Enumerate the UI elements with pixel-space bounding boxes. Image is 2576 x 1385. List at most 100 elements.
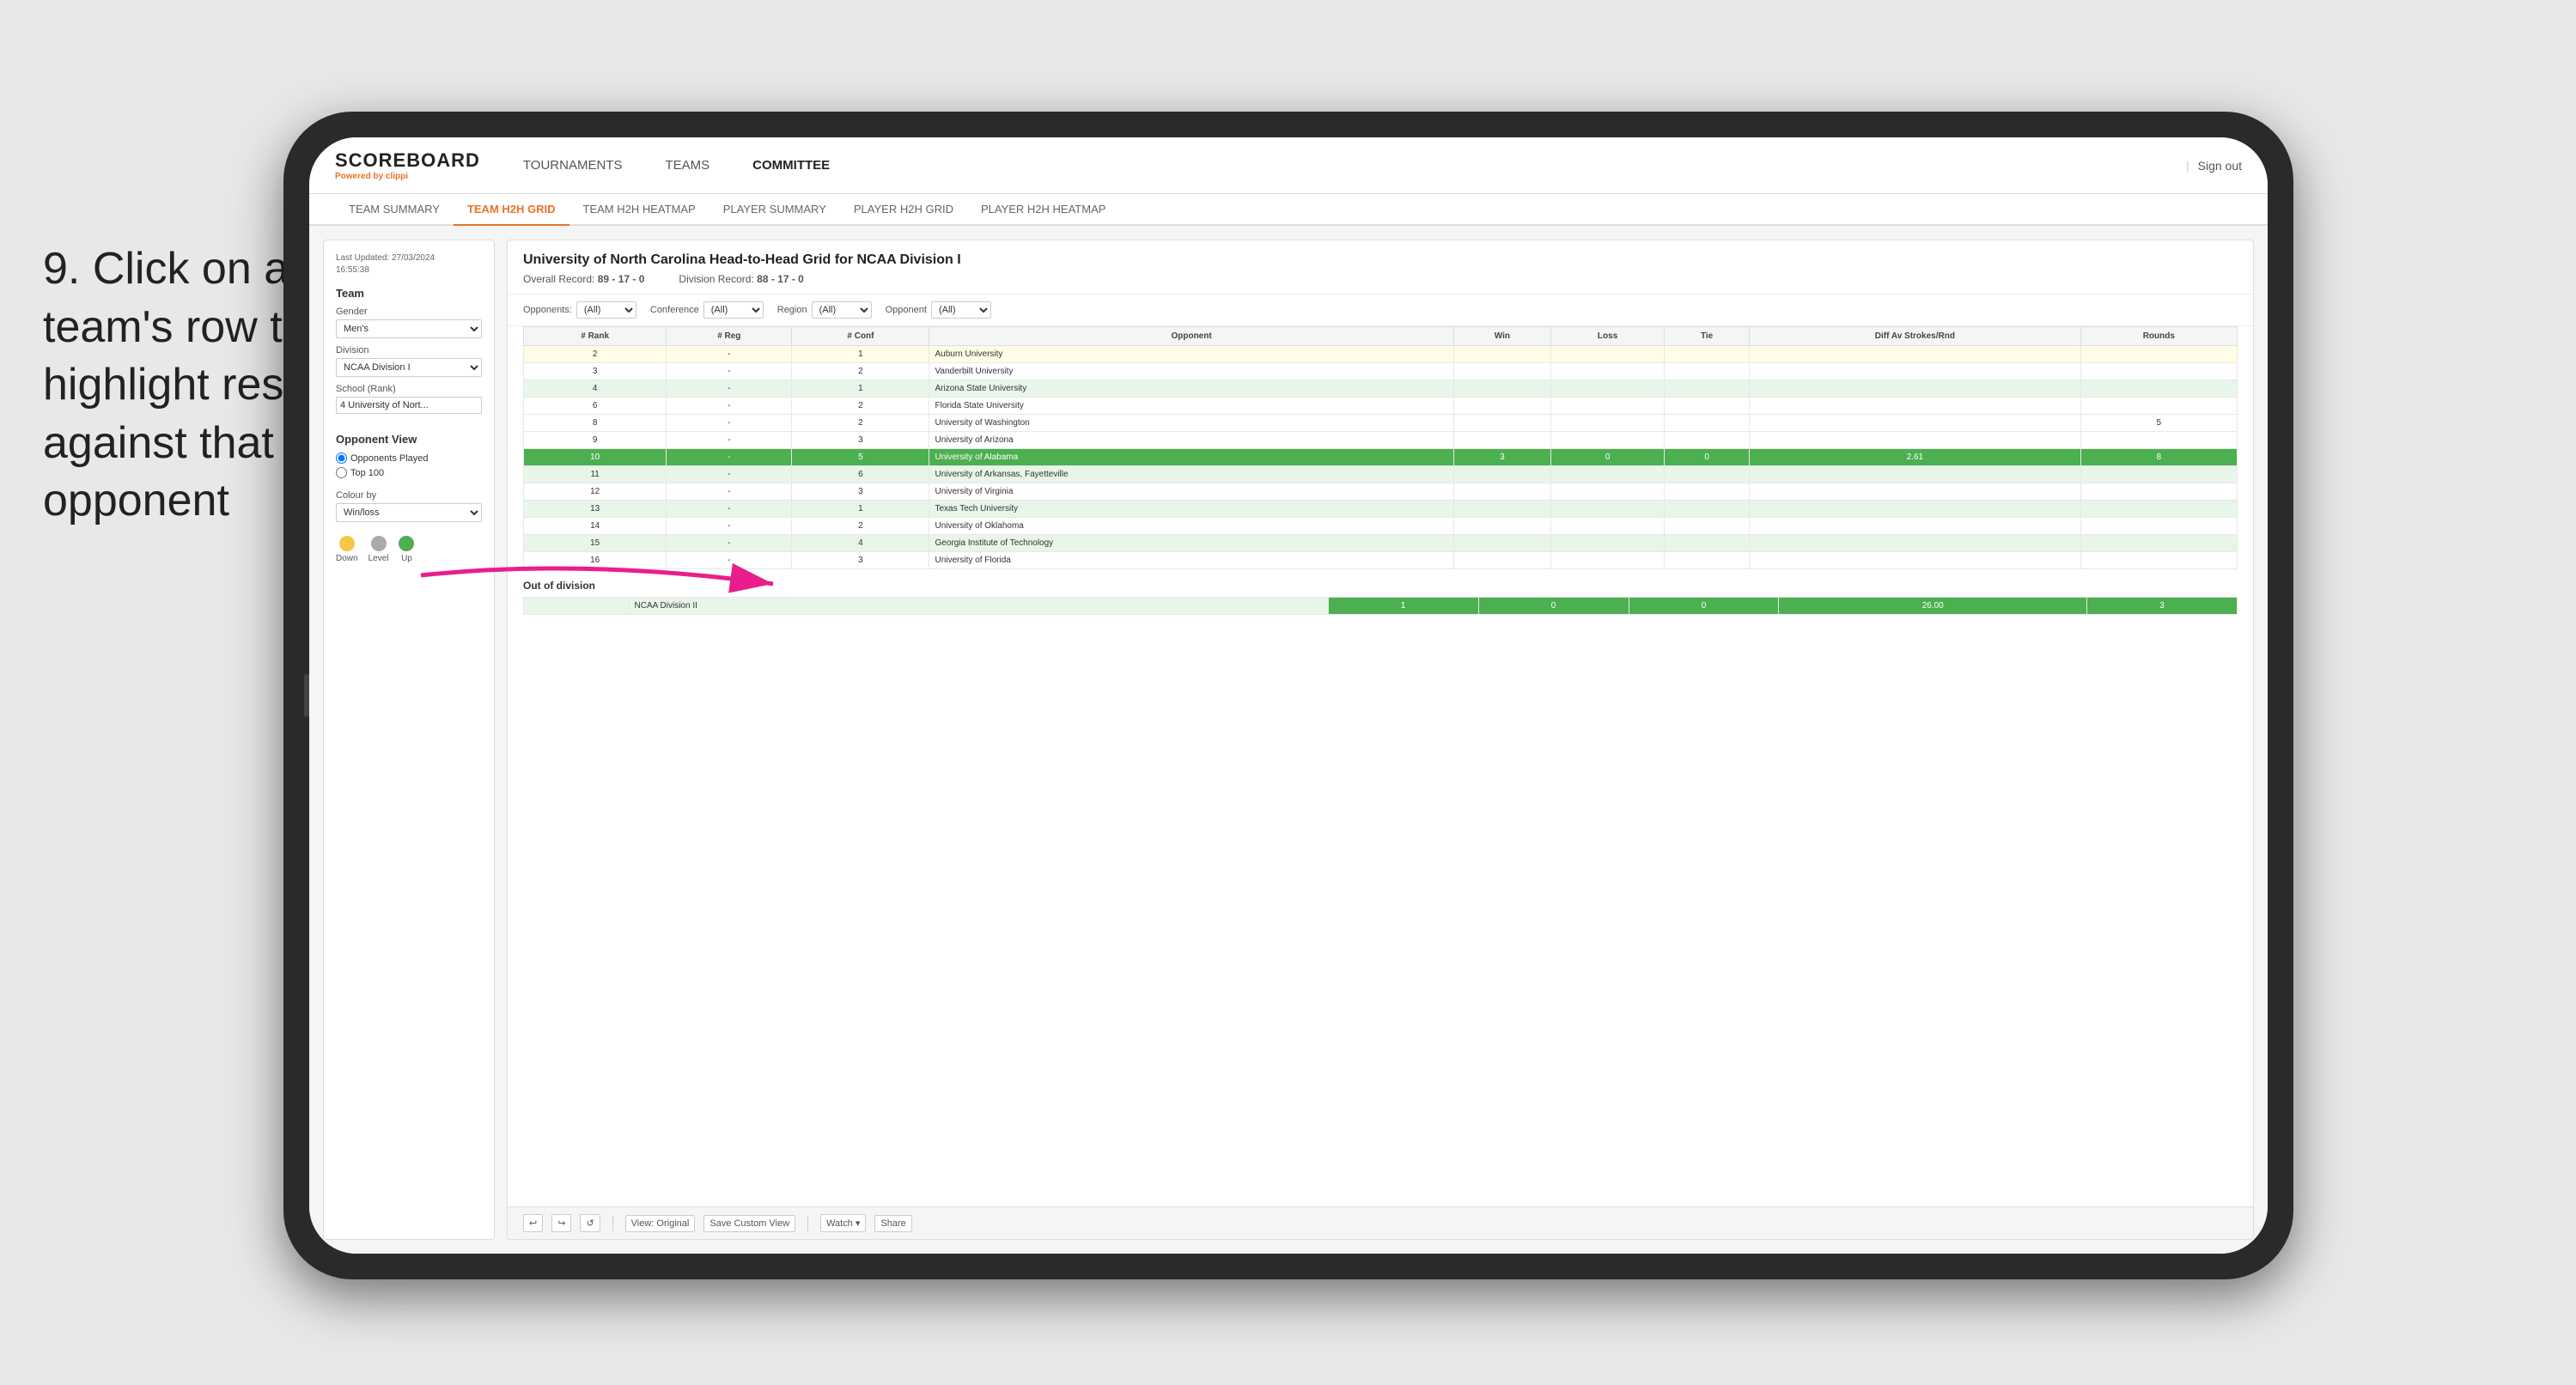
cell-rank: 12 <box>524 483 667 501</box>
ood-division: NCAA Division II <box>629 598 1328 615</box>
cell-opponent: University of Florida <box>929 552 1453 569</box>
cell-win <box>1453 535 1550 552</box>
bottom-toolbar: ↩ ↪ ↺ View: Original Save Custom View Wa… <box>508 1206 2253 1239</box>
cell-rounds <box>2080 363 2237 380</box>
opponent-view-title: Opponent View <box>336 433 482 446</box>
filter-conference: Conference (All) <box>650 301 764 319</box>
sub-nav-team-h2h-heatmap[interactable]: TEAM H2H HEATMAP <box>569 194 709 226</box>
out-of-division-label: Out of division <box>523 580 2238 592</box>
toolbar-divider-2 <box>807 1216 808 1231</box>
gender-select[interactable]: Men's <box>336 319 482 338</box>
colour-by-select[interactable]: Win/loss <box>336 503 482 522</box>
cell-rank: 6 <box>524 398 667 415</box>
cell-rank: 2 <box>524 346 667 363</box>
cell-tie <box>1665 346 1750 363</box>
cell-loss: 0 <box>1551 449 1665 466</box>
overall-record-label: Overall Record: 89 - 17 - 0 <box>523 273 644 285</box>
cell-win <box>1453 466 1550 483</box>
cell-rank: 16 <box>524 552 667 569</box>
nav-committee[interactable]: COMMITTEE <box>744 153 838 178</box>
legend-down-dot <box>339 536 355 551</box>
cell-tie <box>1665 432 1750 449</box>
opponents-select[interactable]: (All) <box>576 301 636 319</box>
cell-rank: 13 <box>524 501 667 518</box>
last-updated: Last Updated: 27/03/2024 16:55:38 <box>336 252 482 276</box>
watch-button[interactable]: Watch ▾ <box>820 1214 866 1232</box>
cell-reg: - <box>667 501 792 518</box>
app-container: SCOREBOARD Powered by clippi TOURNAMENTS… <box>309 137 2268 1254</box>
table-row[interactable]: 3 - 2 Vanderbilt University <box>524 363 2238 380</box>
cell-diff <box>1750 415 2080 432</box>
filter-region: Region (All) <box>777 301 872 319</box>
cell-diff <box>1750 535 2080 552</box>
ood-diff: 26.00 <box>1779 598 2086 615</box>
cell-tie <box>1665 483 1750 501</box>
cell-rank: 9 <box>524 432 667 449</box>
cell-opponent: Florida State University <box>929 398 1453 415</box>
sub-nav-player-summary[interactable]: PLAYER SUMMARY <box>709 194 840 226</box>
radio-opponents-played[interactable]: Opponents Played <box>336 453 482 464</box>
table-row[interactable]: 4 - 1 Arizona State University <box>524 380 2238 398</box>
table-row[interactable]: 16 - 3 University of Florida <box>524 552 2238 569</box>
nav-tournaments[interactable]: TOURNAMENTS <box>515 153 631 178</box>
view-original-button[interactable]: View: Original <box>625 1215 696 1232</box>
share-button[interactable]: Share <box>874 1215 911 1232</box>
cell-win <box>1453 552 1550 569</box>
cell-diff <box>1750 346 2080 363</box>
report-title: University of North Carolina Head-to-Hea… <box>523 252 2238 268</box>
cell-reg: - <box>667 518 792 535</box>
cell-loss <box>1551 518 1665 535</box>
report-header: University of North Carolina Head-to-Hea… <box>508 240 2253 295</box>
cell-diff <box>1750 518 2080 535</box>
cell-loss <box>1551 398 1665 415</box>
redo-button[interactable]: ↪ <box>551 1214 571 1232</box>
school-rank-input[interactable] <box>336 397 482 414</box>
cell-tie <box>1665 415 1750 432</box>
sub-nav-player-h2h-heatmap[interactable]: PLAYER H2H HEATMAP <box>967 194 1119 226</box>
cell-conf: 6 <box>792 466 929 483</box>
nav-teams[interactable]: TEAMS <box>656 153 718 178</box>
sub-nav-player-h2h-grid[interactable]: PLAYER H2H GRID <box>840 194 967 226</box>
out-of-division-row[interactable]: NCAA Division II 1 0 0 26.00 3 <box>524 598 2238 615</box>
refresh-button[interactable]: ↺ <box>580 1214 600 1232</box>
opponent-select[interactable]: (All) <box>931 301 991 319</box>
cell-tie <box>1665 552 1750 569</box>
table-row[interactable]: 6 - 2 Florida State University <box>524 398 2238 415</box>
conference-select[interactable]: (All) <box>703 301 764 319</box>
cell-diff <box>1750 380 2080 398</box>
cell-rounds <box>2080 501 2237 518</box>
sub-nav-team-summary[interactable]: TEAM SUMMARY <box>335 194 454 226</box>
division-label: Division <box>336 345 482 355</box>
legend-up-dot <box>399 536 414 551</box>
cell-win <box>1453 483 1550 501</box>
cell-diff <box>1750 552 2080 569</box>
cell-reg: - <box>667 398 792 415</box>
save-custom-view-button[interactable]: Save Custom View <box>703 1215 795 1232</box>
cell-opponent: Texas Tech University <box>929 501 1453 518</box>
colour-by-label: Colour by <box>336 490 482 501</box>
table-row[interactable]: 11 - 6 University of Arkansas, Fayettevi… <box>524 466 2238 483</box>
table-row[interactable]: 10 - 5 University of Alabama 3 0 0 2.61 … <box>524 449 2238 466</box>
col-diff: Diff Av Strokes/Rnd <box>1750 327 2080 346</box>
cell-conf: 5 <box>792 449 929 466</box>
table-row[interactable]: 12 - 3 University of Virginia <box>524 483 2238 501</box>
radio-top-100[interactable]: Top 100 <box>336 467 482 478</box>
cell-reg: - <box>667 432 792 449</box>
division-name <box>524 598 630 615</box>
sign-out-link[interactable]: Sign out <box>2198 159 2242 173</box>
table-row[interactable]: 8 - 2 University of Washington 5 <box>524 415 2238 432</box>
table-row[interactable]: 9 - 3 University of Arizona <box>524 432 2238 449</box>
sub-nav-team-h2h-grid[interactable]: TEAM H2H GRID <box>454 194 569 226</box>
table-row[interactable]: 13 - 1 Texas Tech University <box>524 501 2238 518</box>
nav-right: | Sign out <box>2186 159 2242 173</box>
undo-button[interactable]: ↩ <box>523 1214 543 1232</box>
left-panel: Last Updated: 27/03/2024 16:55:38 Team G… <box>323 240 495 1240</box>
division-select[interactable]: NCAA Division I <box>336 358 482 377</box>
school-rank-label: School (Rank) <box>336 384 482 394</box>
table-row[interactable]: 15 - 4 Georgia Institute of Technology <box>524 535 2238 552</box>
table-row[interactable]: 2 - 1 Auburn University <box>524 346 2238 363</box>
table-row[interactable]: 14 - 2 University of Oklahoma <box>524 518 2238 535</box>
opponent-view-section: Opponent View Opponents Played Top 100 <box>336 433 482 478</box>
region-select[interactable]: (All) <box>812 301 872 319</box>
right-panel: University of North Carolina Head-to-Hea… <box>507 240 2254 1240</box>
